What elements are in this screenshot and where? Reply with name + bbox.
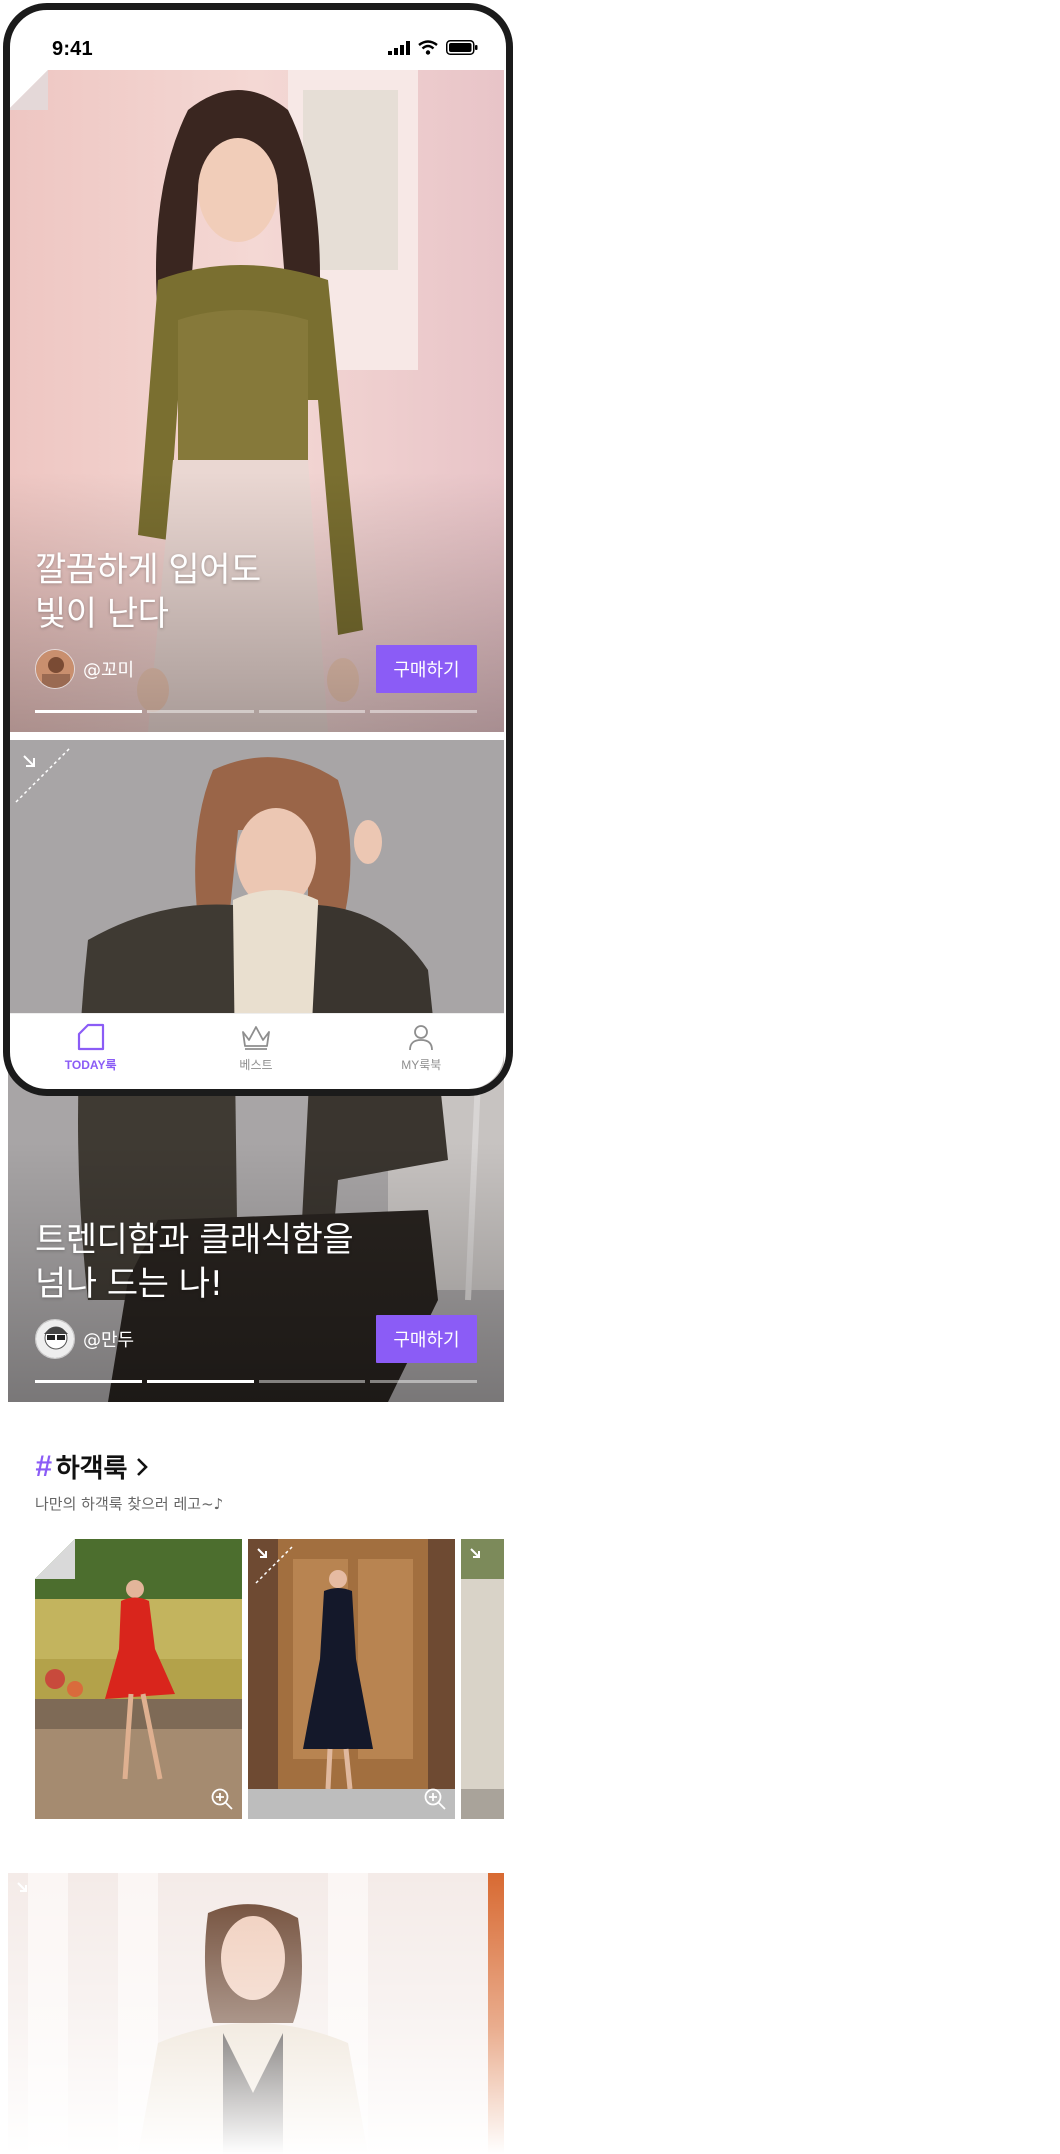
section-header[interactable]: # 하객룩	[35, 1448, 153, 1485]
tab-label: MY룩북	[401, 1058, 442, 1072]
chevron-right-icon[interactable]	[131, 1454, 153, 1480]
page-fold-icon	[8, 70, 48, 110]
battery-icon	[446, 40, 478, 55]
zoom-in-icon[interactable]	[210, 1787, 234, 1811]
status-bar: 9:41	[8, 8, 504, 70]
section-subtitle: 나만의 하객룩 찾으러 레고~♪	[35, 1495, 224, 1513]
status-time: 9:41	[52, 38, 93, 60]
expand-arrow-icon[interactable]	[14, 746, 72, 804]
expand-arrow-icon[interactable]	[467, 1545, 504, 1585]
expand-arrow-icon[interactable]	[254, 1545, 294, 1585]
person-icon	[409, 1025, 434, 1051]
story-progress	[35, 710, 477, 713]
tab-my-lookbook[interactable]: MY룩북	[361, 1022, 481, 1073]
tab-today-look[interactable]: TODAY룩	[31, 1022, 151, 1073]
avatar	[35, 649, 75, 689]
expand-arrow-icon[interactable]	[14, 1879, 54, 1919]
feed-card-1[interactable]: 깔끔하게 입어도 빛이 난다 @꼬미 구매하기	[8, 70, 504, 732]
page-fold-icon	[35, 1539, 75, 1579]
author-name: @꼬미	[83, 660, 135, 681]
card-1-author[interactable]: @꼬미	[35, 649, 134, 689]
tab-label: TODAY룩	[64, 1058, 117, 1072]
status-icons	[388, 40, 478, 55]
story-progress	[35, 1380, 477, 1383]
tab-bar: TODAY룩 베스트 MY룩북	[8, 1013, 504, 1089]
wifi-icon	[418, 40, 438, 55]
feed-card-3[interactable]	[8, 1873, 504, 2154]
buy-button[interactable]: 구매하기	[376, 1315, 477, 1363]
card-1-title: 깔끔하게 입어도 빛이 난다	[35, 550, 261, 634]
card-2-author[interactable]: @만두	[35, 1319, 134, 1359]
avatar	[35, 1319, 75, 1359]
today-look-icon	[77, 1023, 104, 1051]
author-name: @만두	[83, 1330, 135, 1351]
lookbook-carousel[interactable]	[35, 1539, 504, 1819]
signal-icon	[388, 40, 410, 55]
lookbook-thumb-1[interactable]	[35, 1539, 242, 1819]
section-title: 하객룩	[55, 1454, 128, 1484]
crown-icon	[242, 1026, 270, 1050]
tab-best[interactable]: 베스트	[196, 1022, 316, 1073]
card-2-title: 트렌디함과 클래식함을 넘나 드는 나!	[35, 1220, 354, 1304]
buy-button[interactable]: 구매하기	[376, 645, 477, 693]
tab-label: 베스트	[239, 1058, 273, 1072]
lookbook-thumb-2[interactable]	[248, 1539, 455, 1819]
lookbook-thumb-3[interactable]	[461, 1539, 504, 1819]
thumb-1-photo	[35, 1539, 242, 1819]
card-3-photo	[8, 1873, 504, 2154]
zoom-in-icon[interactable]	[423, 1787, 447, 1811]
hashtag-symbol: #	[35, 1449, 52, 1483]
